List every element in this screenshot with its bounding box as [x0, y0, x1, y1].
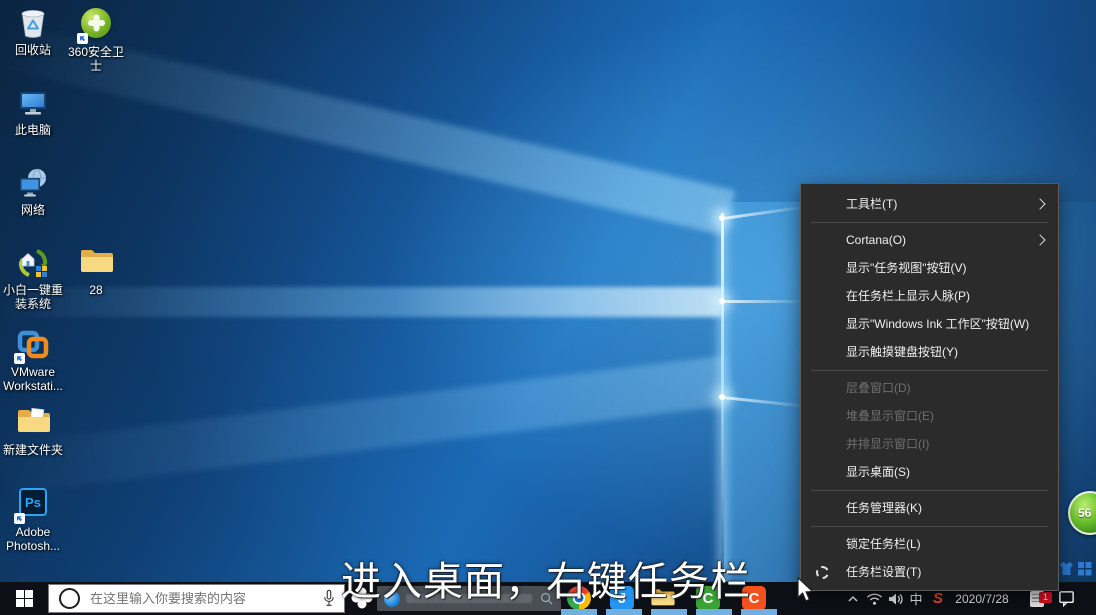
menu-item-show-people-on-taskbar[interactable]: 在任务栏上显示人脉(P)	[801, 282, 1058, 310]
menu-item-label: Cortana(O)	[846, 233, 906, 247]
menu-item-label: 任务管理器(K)	[846, 501, 922, 515]
desktop-icon-label: 360安全卫士	[63, 45, 129, 73]
new-folder-icon	[16, 406, 50, 440]
running-app-indicator	[651, 609, 687, 615]
menu-item-label: 锁定任务栏(L)	[846, 537, 921, 551]
menu-item-show-task-view-button[interactable]: 显示"任务视图"按钮(V)	[801, 254, 1058, 282]
desktop-icon-label: Adobe Photosh...	[0, 525, 66, 553]
menu-item-label: 任务栏设置(T)	[846, 565, 921, 579]
desktop-icon-label: VMware Workstati...	[0, 365, 66, 393]
menu-item-show-windows-ink-workspace-button[interactable]: 显示"Windows Ink 工作区"按钮(W)	[801, 310, 1058, 338]
start-button[interactable]	[0, 582, 48, 615]
running-app-indicator	[561, 609, 597, 615]
desktop-icon-label: 新建文件夹	[0, 443, 66, 457]
menu-item-label: 显示触摸键盘按钮(Y)	[846, 345, 958, 359]
floating-ball-score: 56	[1078, 506, 1091, 520]
this-pc-icon	[16, 86, 50, 120]
search-input[interactable]	[88, 590, 323, 607]
vmware-icon	[16, 328, 50, 362]
desktop-icon-label: 网络	[0, 203, 66, 217]
shortcut-arrow-icon	[14, 353, 25, 364]
menu-item-show-desktop[interactable]: 显示桌面(S)	[801, 458, 1058, 486]
wallpaper-light-beam	[0, 355, 733, 495]
taskbar-context-menu: 工具栏(T) Cortana(O) 显示"任务视图"按钮(V) 在任务栏上显示人脉(P…	[800, 183, 1059, 591]
video-subtitle: 进入桌面，右键任务栏	[341, 549, 751, 607]
desktop-icon-label: 回收站	[0, 43, 66, 57]
desktop-icon-recycle-bin[interactable]: 回收站	[0, 6, 66, 57]
recycle-bin-icon	[16, 6, 50, 40]
menu-item-label: 层叠窗口(D)	[846, 381, 911, 395]
desktop-icon-this-pc[interactable]: 此电脑	[0, 86, 66, 137]
running-app-indicator	[741, 609, 777, 615]
desktop-icon-label: 小白一键重装系统	[0, 283, 66, 311]
chevron-right-icon	[1034, 234, 1045, 245]
shortcut-arrow-icon	[77, 33, 88, 44]
grid-icon[interactable]	[1077, 561, 1092, 576]
menu-item-show-windows-side-by-side: 并排显示窗口(I)	[801, 430, 1058, 458]
cortana-icon	[59, 588, 80, 609]
menu-item-label: 工具栏(T)	[846, 197, 897, 211]
menu-separator	[811, 222, 1048, 223]
taskbar-search-box[interactable]	[48, 584, 345, 613]
network-icon	[16, 166, 50, 200]
desktop-icon-vmware-workstation[interactable]: VMware Workstati...	[0, 328, 66, 393]
menu-item-task-manager[interactable]: 任务管理器(K)	[801, 494, 1058, 522]
desktop-icon-360-safeguard[interactable]: 360安全卫士	[63, 6, 129, 73]
photoshop-icon: Ps	[16, 488, 50, 522]
desktop-icon-network[interactable]: 网络	[0, 166, 66, 217]
menu-item-label: 显示"Windows Ink 工作区"按钮(W)	[846, 317, 1029, 331]
xiaobai-reinstall-icon	[16, 246, 50, 280]
desktop-icon-folder-28[interactable]: 28	[63, 246, 129, 297]
shirt-icon[interactable]	[1059, 561, 1074, 576]
menu-item-toolbars[interactable]: 工具栏(T)	[801, 190, 1058, 218]
menu-separator	[811, 526, 1048, 527]
mouse-cursor	[796, 577, 815, 603]
running-app-indicator	[696, 609, 732, 615]
menu-item-label: 显示"任务视图"按钮(V)	[846, 261, 967, 275]
360-safeguard-icon	[79, 8, 113, 42]
menu-item-label: 堆叠显示窗口(E)	[846, 409, 934, 423]
windows-logo-icon	[16, 590, 33, 607]
gear-icon	[816, 566, 829, 579]
menu-item-taskbar-settings[interactable]: 任务栏设置(T)	[801, 558, 1058, 586]
menu-item-show-touch-keyboard-button[interactable]: 显示触摸键盘按钮(Y)	[801, 338, 1058, 366]
desktop-icon-photoshop[interactable]: Ps Adobe Photosh...	[0, 486, 66, 553]
shortcut-arrow-icon	[14, 513, 25, 524]
microphone-icon[interactable]	[323, 589, 335, 608]
menu-separator	[811, 370, 1048, 371]
desktop-icon-label: 28	[63, 283, 129, 297]
menu-item-cortana[interactable]: Cortana(O)	[801, 226, 1058, 254]
chevron-right-icon	[1034, 198, 1045, 209]
menu-separator	[811, 490, 1048, 491]
desktop-icon-label: 此电脑	[0, 123, 66, 137]
menu-item-cascade-windows: 层叠窗口(D)	[801, 374, 1058, 402]
desktop-icon-xiaobai-reinstall[interactable]: 小白一键重装系统	[0, 246, 66, 311]
notification-badge: 1	[1039, 592, 1052, 603]
desktop-icon-new-folder[interactable]: 新建文件夹	[0, 406, 66, 457]
menu-item-show-windows-stacked: 堆叠显示窗口(E)	[801, 402, 1058, 430]
menu-item-label: 显示桌面(S)	[846, 465, 910, 479]
menu-item-label: 在任务栏上显示人脉(P)	[846, 289, 970, 303]
folder-icon	[79, 246, 113, 280]
menu-item-lock-taskbar[interactable]: 锁定任务栏(L)	[801, 530, 1058, 558]
running-app-indicator	[606, 609, 642, 615]
menu-item-label: 并排显示窗口(I)	[846, 437, 929, 451]
